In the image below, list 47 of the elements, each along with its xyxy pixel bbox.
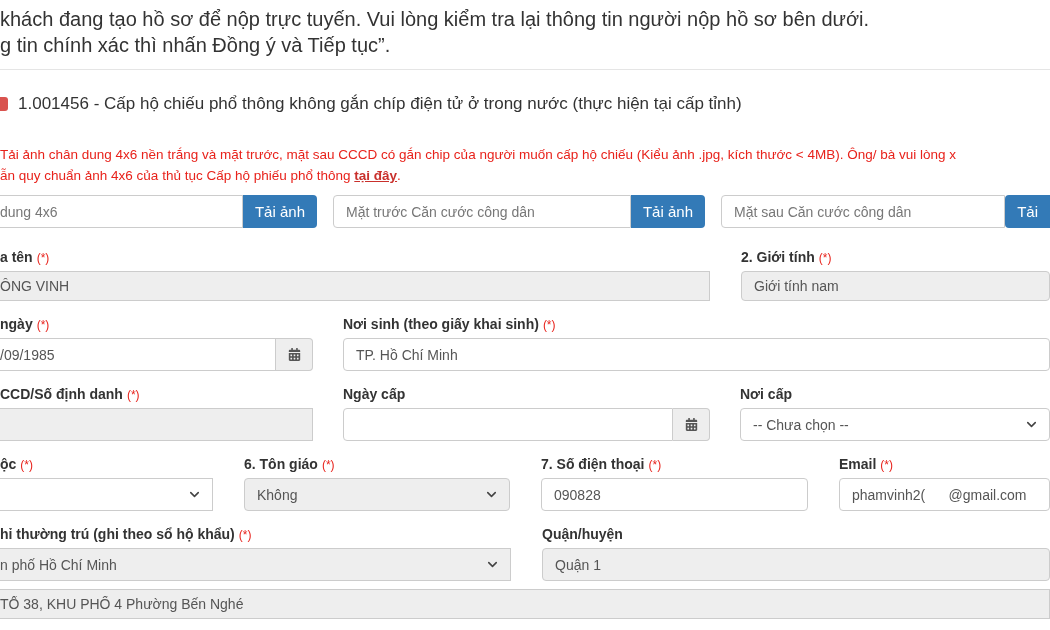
- date-field[interactable]: [343, 408, 673, 441]
- notice-text: Tải ảnh chân dung 4x6 nền trắng và mặt trước, mặt sau CCCD có gắn chip của người muốn cấp hộ chiếu (Kiểu ảnh .jpg, kích thước < 4MB). Ông/ bà vui lòng x: [0, 146, 957, 164]
- upload-field[interactable]: Mặt trước Căn cước công dân: [333, 195, 631, 228]
- select-field[interactable]: [0, 478, 213, 511]
- procedure-title: 1.001456 - Cấp hộ chiếu phổ thông không gắn chíp điện tử ở trong nước (thực hiện tại cấp tỉnh): [18, 94, 742, 114]
- intro-text: g tin chính xác thì nhấn Đồng ý và Tiếp tục”.: [0, 33, 391, 58]
- required-mark: (*): [20, 458, 33, 472]
- field-label: Nơi cấp: [740, 385, 792, 404]
- badge-icon: [0, 97, 8, 111]
- upload-button[interactable]: Tải: [1005, 195, 1050, 228]
- field-label: 2. Giới tính: [741, 248, 815, 267]
- field-label: Quận/huyện: [542, 525, 623, 544]
- calendar-button[interactable]: [276, 338, 313, 371]
- text-field[interactable]: 090828: [541, 478, 808, 511]
- required-mark: (*): [36, 251, 50, 265]
- upload-button[interactable]: Tải ảnh: [242, 195, 317, 228]
- date-field[interactable]: /09/1985: [0, 338, 276, 371]
- notice-text: ẫn quy chuẩn ảnh 4x6 của thủ tục Cấp hộ phiếu phổ thông tại đây.: [0, 167, 401, 185]
- required-mark: (*): [321, 458, 335, 472]
- required-mark: (*): [126, 388, 140, 402]
- calendar-button[interactable]: [673, 408, 710, 441]
- select-field[interactable]: -- Chưa chọn --: [740, 408, 1050, 441]
- calendar-icon: [287, 348, 301, 361]
- required-mark: (*): [238, 528, 252, 542]
- required-mark: (*): [818, 251, 832, 265]
- intro-text: khách đang tạo hồ sơ để nộp trực tuyến. Vui lòng kiểm tra lại thông tin người nộp hồ sơ bên dưới.: [0, 7, 870, 32]
- field-label: Nơi sinh (theo giấy khai sinh): [343, 315, 539, 334]
- field-label: Ngày cấp: [343, 385, 406, 404]
- required-mark: (*): [648, 458, 662, 472]
- field-label: ngày: [0, 315, 33, 334]
- required-mark: (*): [542, 318, 556, 332]
- field-label: 6. Tôn giáo: [244, 455, 318, 474]
- field-label: CCD/Số định danh: [0, 385, 123, 404]
- text-field[interactable]: phamvinh2( @gmail.com: [839, 478, 1050, 511]
- upload-field[interactable]: dung 4x6: [0, 195, 243, 228]
- field-label: Email: [839, 455, 877, 474]
- upload-field[interactable]: Mặt sau Căn cước công dân: [721, 195, 1006, 228]
- guide-link[interactable]: tại đây: [354, 168, 398, 183]
- calendar-icon: [684, 418, 698, 431]
- field-label: ộc: [0, 455, 17, 474]
- required-mark: (*): [880, 458, 894, 472]
- field-label: 7. Số điện thoại: [541, 455, 645, 474]
- required-mark: (*): [36, 318, 50, 332]
- text-field[interactable]: TP. Hồ Chí Minh: [343, 338, 1050, 371]
- field-label: hỉ thường trú (ghi theo sổ hộ khẩu): [0, 525, 235, 544]
- field-label: a tên: [0, 248, 33, 267]
- upload-button[interactable]: Tải ảnh: [630, 195, 705, 228]
